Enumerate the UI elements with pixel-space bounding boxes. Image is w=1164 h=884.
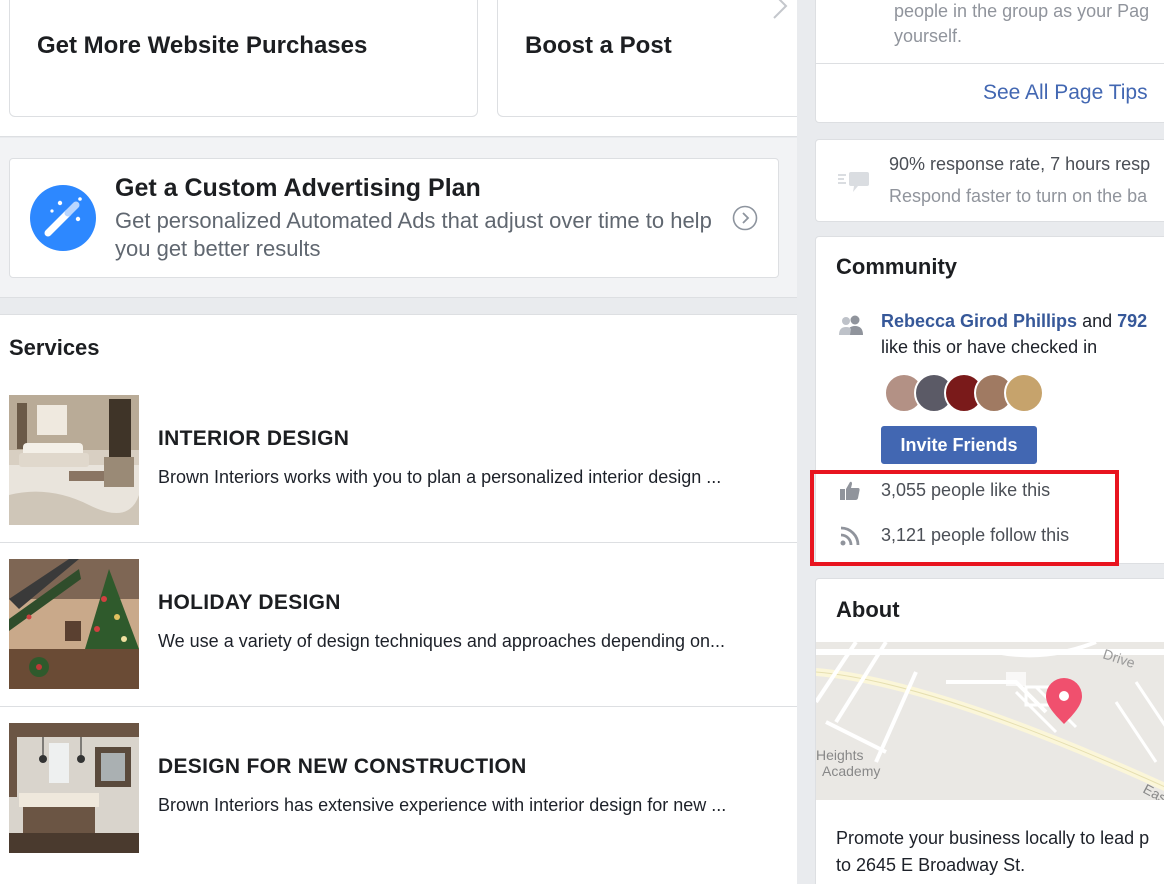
service-thumbnail	[9, 559, 139, 689]
response-hint-text: Respond faster to turn on the ba	[889, 186, 1148, 206]
promo-card-website-purchases[interactable]: Get More Website Purchases	[9, 0, 478, 117]
promotion-carousel: Get More Website Purchases Boost a Post	[0, 0, 797, 137]
chevron-right-circle-icon[interactable]	[732, 205, 758, 231]
friends-icon	[839, 315, 863, 335]
location-map[interactable]: Drive Heights Academy Eas	[816, 642, 1164, 800]
service-description: We use a variety of design techniques an…	[158, 631, 726, 651]
service-name: DESIGN FOR NEW CONSTRUCTION	[158, 755, 527, 778]
map-label-heights: Heights	[816, 747, 863, 763]
custom-advertising-plan-card[interactable]: Get a Custom Advertising Plan Get person…	[9, 158, 779, 278]
plan-description: Get personalized Automated Ads that adju…	[115, 208, 712, 261]
see-all-page-tips-link[interactable]: See All Page Tips	[983, 81, 1148, 105]
services-section: Services INTERIOR DESIGN Brown Interiors…	[0, 314, 797, 884]
service-description: Brown Interiors works with you to plan a…	[158, 467, 722, 487]
page-tip-text: people in the group as your Pag yourself…	[894, 1, 1150, 46]
map-label-academy: Academy	[822, 763, 880, 779]
service-item-new-construction[interactable]: DESIGN FOR NEW CONSTRUCTION Brown Interi…	[0, 707, 797, 871]
highlight-annotation-box	[810, 470, 1119, 566]
community-heading: Community	[836, 254, 957, 279]
main-column: Get More Website Purchases Boost a Post …	[0, 0, 797, 884]
chat-bubble-icon	[838, 172, 869, 192]
promo-card-title: Get More Website Purchases	[37, 32, 368, 59]
friend-count-link[interactable]: 792	[1117, 311, 1147, 331]
friend-name-link[interactable]: Rebecca Girod Phillips	[881, 311, 1077, 331]
service-item-holiday-design[interactable]: HOLIDAY DESIGN We use a variety of desig…	[0, 543, 797, 707]
friends-like-text: Rebecca Girod Phillips and 792	[881, 311, 1148, 331]
about-card: About Drive Heights Academy Eas Promote …	[815, 578, 1164, 884]
about-description: Promote your business locally to lead p …	[836, 828, 1150, 875]
service-thumbnail	[9, 395, 139, 525]
promo-card-title: Boost a Post	[525, 32, 672, 59]
service-item-interior-design[interactable]: INTERIOR DESIGN Brown Interiors works wi…	[0, 379, 797, 543]
service-name: HOLIDAY DESIGN	[158, 591, 341, 614]
services-heading: Services	[9, 335, 100, 360]
response-rate-card[interactable]: 90% response rate, 7 hours resp Respond …	[815, 139, 1164, 222]
sidebar-column: people in the group as your Pag yourself…	[815, 0, 1164, 884]
service-name: INTERIOR DESIGN	[158, 427, 350, 450]
page-tips-card: people in the group as your Pag yourself…	[815, 0, 1164, 123]
promo-card-boost-post[interactable]: Boost a Post	[497, 0, 797, 117]
magic-wand-icon	[30, 185, 96, 251]
about-heading: About	[836, 597, 900, 622]
advertising-plan-section: Get a Custom Advertising Plan Get person…	[0, 138, 797, 298]
service-thumbnail	[9, 723, 139, 853]
friends-like-text-cont: like this or have checked in	[881, 337, 1098, 357]
service-description: Brown Interiors has extensive experience…	[158, 795, 727, 815]
plan-title: Get a Custom Advertising Plan	[115, 174, 481, 202]
divider	[816, 63, 1164, 64]
avatar[interactable]	[1004, 373, 1044, 413]
carousel-next-icon[interactable]	[768, 0, 792, 20]
response-rate-text: 90% response rate, 7 hours resp	[889, 154, 1151, 174]
invite-friends-button[interactable]: Invite Friends	[881, 426, 1037, 464]
